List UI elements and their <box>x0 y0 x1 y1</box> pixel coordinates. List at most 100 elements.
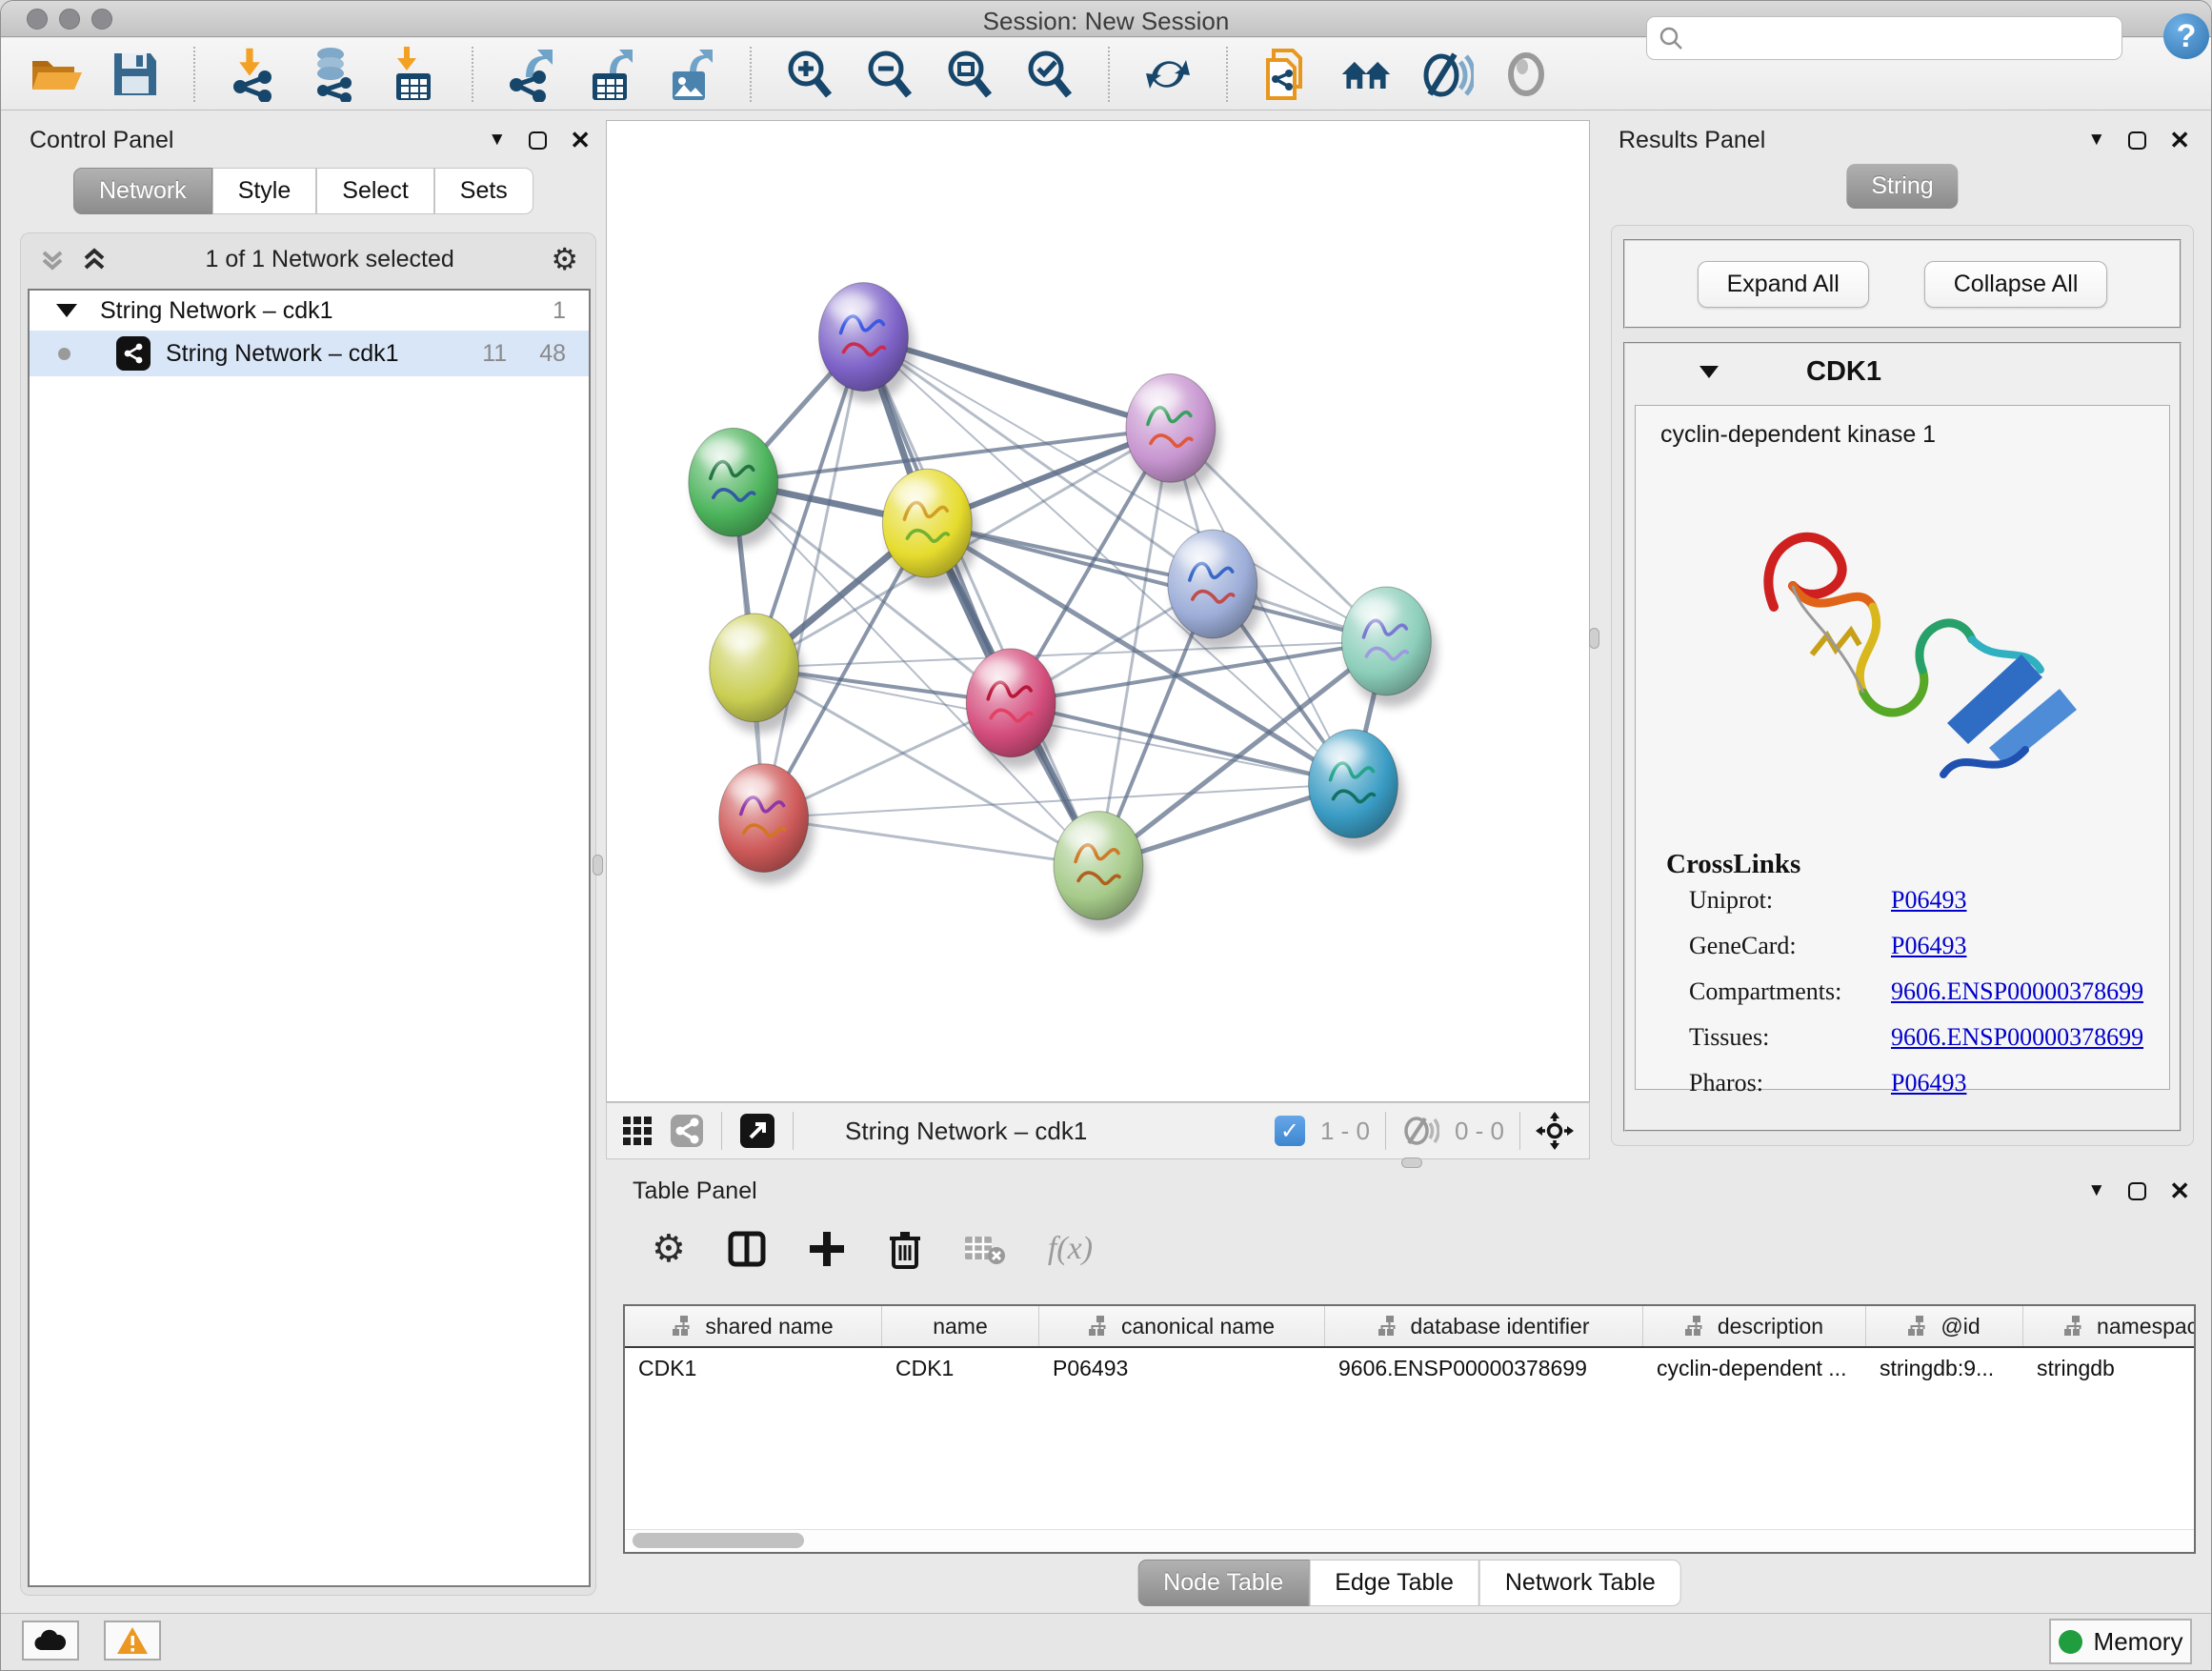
cloud-button[interactable] <box>22 1621 79 1661</box>
tab-edge-table[interactable]: Edge Table <box>1309 1560 1479 1606</box>
network-node-CDKN1A[interactable] <box>1309 730 1404 850</box>
delete-table-icon[interactable] <box>964 1233 1006 1265</box>
export-image-button[interactable] <box>664 47 719 102</box>
network-edge-RB1-CCNA2[interactable] <box>1011 641 1386 703</box>
refresh-button[interactable] <box>1140 47 1196 102</box>
network-node-CCNA1[interactable] <box>1126 373 1221 493</box>
network-node-CCNB2[interactable] <box>819 283 915 403</box>
close-panel-icon[interactable]: ✕ <box>2169 1178 2190 1203</box>
hidden-eye-slash-icon[interactable] <box>1401 1116 1439 1146</box>
hide-glass-button[interactable] <box>1418 47 1474 102</box>
float-panel-icon[interactable] <box>2128 1182 2146 1200</box>
search-input[interactable] <box>1683 25 2102 51</box>
panel-menu-icon[interactable]: ▼ <box>2087 1180 2105 1201</box>
show-columns-icon[interactable] <box>728 1230 766 1268</box>
right-splitter-handle[interactable] <box>1589 628 1599 649</box>
delete-column-icon[interactable] <box>888 1229 922 1269</box>
tab-network[interactable]: Network <box>73 168 212 214</box>
string-view-icon[interactable] <box>670 1114 704 1148</box>
tab-string[interactable]: String <box>1846 164 1958 209</box>
show-glass-button[interactable] <box>1498 47 1554 102</box>
warnings-button[interactable] <box>104 1621 161 1661</box>
open-in-new-window-icon[interactable] <box>739 1113 775 1149</box>
table-row[interactable]: CDK1CDK1P064939606.ENSP00000378699cyclin… <box>625 1348 2194 1390</box>
close-panel-icon[interactable]: ✕ <box>2169 128 2190 152</box>
tab-node-table[interactable]: Node Table <box>1137 1560 1309 1606</box>
column-header--id[interactable]: @id <box>1866 1306 2023 1346</box>
panel-menu-icon[interactable]: ▼ <box>488 130 506 151</box>
network-node-CCNE1[interactable] <box>1054 812 1149 932</box>
panel-menu-icon[interactable]: ▼ <box>2087 130 2105 151</box>
open-session-button[interactable] <box>28 47 83 102</box>
crosslink-link[interactable]: 9606.ENSP00000378699 <box>1891 977 2143 1006</box>
column-header-description[interactable]: description <box>1643 1306 1866 1346</box>
selected-checkbox-icon[interactable]: ✓ <box>1275 1116 1305 1146</box>
add-column-icon[interactable] <box>808 1230 846 1268</box>
float-panel-icon[interactable] <box>529 131 547 150</box>
column-header-canonical-name[interactable]: canonical name <box>1039 1306 1325 1346</box>
network-edge-CCNA2-CDKN1A[interactable] <box>1011 703 1353 784</box>
crosslink-link[interactable]: P06493 <box>1891 932 1966 960</box>
save-session-button[interactable] <box>108 47 163 102</box>
float-panel-icon[interactable] <box>2128 131 2146 150</box>
network-collection-row[interactable]: String Network – cdk1 1 <box>30 291 589 331</box>
export-table-button[interactable] <box>584 47 639 102</box>
network-node-RB1[interactable] <box>1342 587 1438 707</box>
network-node-CDK1[interactable] <box>882 469 977 589</box>
function-builder-icon[interactable]: f(x) <box>1048 1231 1093 1267</box>
column-header-namespace[interactable]: namespace <box>2023 1306 2196 1346</box>
birds-eye-grid-icon[interactable] <box>622 1116 653 1146</box>
import-network-file-button[interactable] <box>226 47 281 102</box>
network-node-CCNB1[interactable] <box>710 614 805 734</box>
horizontal-splitter-handle[interactable] <box>1401 1158 1422 1168</box>
left-splitter-handle[interactable] <box>593 855 603 876</box>
table-cell[interactable]: stringdb <box>2023 1348 2196 1390</box>
column-header-database-identifier[interactable]: database identifier <box>1325 1306 1643 1346</box>
tab-select[interactable]: Select <box>316 168 433 214</box>
import-network-database-button[interactable] <box>306 47 361 102</box>
clone-network-button[interactable] <box>1258 47 1314 102</box>
collapse-all-icon[interactable] <box>38 245 67 273</box>
zoom-fit-button[interactable] <box>942 47 997 102</box>
network-options-gear-icon[interactable]: ⚙ <box>551 244 578 274</box>
tab-sets[interactable]: Sets <box>434 168 533 214</box>
gene-expander-icon[interactable] <box>1699 366 1719 378</box>
zoom-out-button[interactable] <box>862 47 917 102</box>
memory-button[interactable]: Memory <box>2049 1619 2192 1664</box>
scrollbar-thumb[interactable] <box>633 1533 804 1548</box>
crosslink-link[interactable]: P06493 <box>1891 886 1966 915</box>
network-row-selected[interactable]: String Network – cdk1 11 48 <box>30 331 589 376</box>
home-networks-button[interactable] <box>1338 47 1394 102</box>
crosslink-link[interactable]: P06493 <box>1891 1069 1966 1097</box>
network-edge-CDK1-RB1[interactable] <box>927 523 1386 641</box>
table-cell[interactable]: CDK1 <box>882 1348 1039 1390</box>
network-edge-CCNB2-HIST1H1A[interactable] <box>764 337 864 818</box>
fit-selected-crosshair-icon[interactable] <box>1536 1112 1574 1150</box>
collection-expander-icon[interactable] <box>56 304 77 317</box>
table-horizontal-scrollbar[interactable] <box>625 1529 2194 1552</box>
network-node-CCNA2[interactable] <box>966 649 1061 769</box>
expand-all-button[interactable]: Expand All <box>1698 261 1869 308</box>
table-cell[interactable]: P06493 <box>1039 1348 1325 1390</box>
table-cell[interactable]: 9606.ENSP00000378699 <box>1325 1348 1643 1390</box>
table-cell[interactable]: CDK1 <box>625 1348 882 1390</box>
network-node-CDC25B[interactable] <box>689 428 784 548</box>
collapse-all-button[interactable]: Collapse All <box>1924 261 2108 308</box>
export-network-button[interactable] <box>504 47 559 102</box>
column-header-shared-name[interactable]: shared name <box>625 1306 882 1346</box>
column-header-name[interactable]: name <box>882 1306 1039 1346</box>
network-edge-CCNB2-CCNE1[interactable] <box>863 337 1098 866</box>
tab-style[interactable]: Style <box>212 168 317 214</box>
network-node-HIST1H1A[interactable] <box>719 764 814 884</box>
close-panel-icon[interactable]: ✕ <box>570 128 591 152</box>
zoom-selected-button[interactable] <box>1022 47 1077 102</box>
tab-network-table[interactable]: Network Table <box>1479 1560 1681 1606</box>
table-options-gear-icon[interactable]: ⚙ <box>652 1230 686 1268</box>
table-cell[interactable]: cyclin-dependent ... <box>1643 1348 1866 1390</box>
table-cell[interactable]: stringdb:9... <box>1866 1348 2023 1390</box>
network-node-CDC6[interactable] <box>1168 530 1263 650</box>
expand-all-icon[interactable] <box>80 245 109 273</box>
network-canvas[interactable]: CCNB2CCNA1CDC25BCDK1CDC6RB1CCNB1CCNA2CDK… <box>606 120 1590 1102</box>
help-button[interactable]: ? <box>2163 13 2209 59</box>
import-table-button[interactable] <box>386 47 441 102</box>
